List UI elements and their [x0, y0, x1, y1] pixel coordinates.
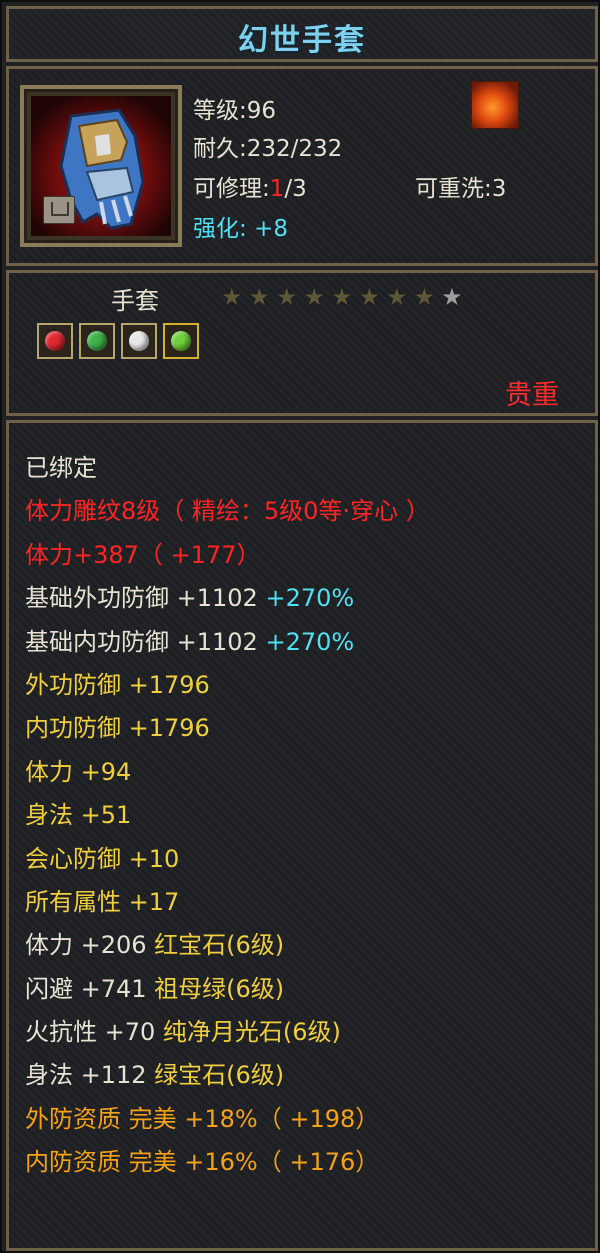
repair-prefix: 可修理: [193, 176, 270, 202]
attribute-row: 基础外功防御 +1102 +270% [25, 581, 430, 624]
item-enhance: 强化: +8 [193, 216, 288, 242]
attribute-row: 火抗性 +70 纯净月光石(6级) [25, 1015, 430, 1058]
attribute-list: 已绑定体力雕纹8级（ 精绘：5级0等·穿心 ） 体力+387（ +177） 基础外功… [25, 451, 430, 1189]
attribute-text: 已绑定 [25, 454, 97, 482]
attribute-text: 外功防御 +1796 [25, 670, 210, 699]
item-tooltip: 幻世手套 等级:96 耐久:232/232 可修理:1/3 可重洗:3 强化: … [0, 0, 600, 1253]
attribute-row: 已绑定 [25, 451, 430, 494]
attribute-text: 会心防御 +10 [25, 844, 180, 873]
attribute-extra: 纯净月光石(6级) [155, 1018, 341, 1047]
attribute-row: 内防资质 完美 +16%（ +176） [25, 1145, 430, 1188]
star-filled-icon: ★ [358, 283, 381, 311]
attribute-row: 体力+387（ +177） [25, 538, 430, 581]
jade-gem-icon[interactable] [163, 323, 199, 359]
item-header-section: 等级:96 耐久:232/232 可修理:1/3 可重洗:3 强化: +8 [6, 66, 598, 266]
star-filled-icon: ★ [331, 283, 353, 311]
gauntlet-icon [31, 96, 171, 236]
attribute-row: 身法 +51 [25, 798, 430, 841]
attribute-text: 闪避 +741 [25, 974, 147, 1003]
attribute-text: 所有属性 +17 [25, 887, 180, 916]
attribute-text: 身法 +51 [25, 801, 132, 830]
attribute-extra: 祖母绿(6级) [146, 974, 285, 1003]
star-filled-icon: ★ [221, 283, 243, 311]
attribute-text: 体力 +206 [25, 931, 147, 960]
attribute-extra: 绿宝石(6级) [146, 1061, 285, 1090]
item-level: 等级:96 [193, 98, 277, 124]
star-empty-icon: ★ [441, 283, 463, 311]
attribute-row: 体力 +206 红宝石(6级) [25, 928, 430, 971]
green-gem-icon[interactable] [79, 323, 115, 359]
item-name: 幻世手套 [238, 23, 366, 58]
attribute-row: 外防资质 完美 +18%（ +198） [25, 1102, 430, 1145]
attribute-text: 内防资质 完美 +16%（ +176） [25, 1148, 380, 1177]
item-type-section: 手套 ★ ★ ★ ★ ★ ★ ★ ★ ★ 贵重 [6, 270, 598, 416]
attribute-text: 外防资质 完美 +18%（ +198） [25, 1104, 380, 1133]
repair-current: 1 [269, 176, 285, 202]
attribute-text: 身法 +112 [25, 1061, 147, 1090]
attribute-extra: +270% [257, 627, 355, 656]
attribute-row: 外功防御 +1796 [25, 668, 430, 711]
title-bar: 幻世手套 [6, 6, 598, 62]
attribute-row: 基础内功防御 +1102 +270% [25, 625, 430, 668]
bind-badge-icon [43, 196, 75, 224]
attribute-text: 火抗性 +70 [25, 1018, 156, 1047]
attribute-text: 体力 +94 [25, 757, 132, 786]
star-filled-icon: ★ [303, 283, 326, 311]
attribute-row: 体力雕纹8级（ 精绘：5级0等·穿心 ） [25, 494, 430, 537]
attribute-text: 内功防御 +1796 [25, 714, 210, 743]
star-rating: ★ ★ ★ ★ ★ ★ ★ ★ ★ [221, 285, 463, 309]
attribute-row: 内功防御 +1796 [25, 711, 430, 754]
attribute-extra: 红宝石(6级) [146, 931, 285, 960]
attributes-section: 已绑定体力雕纹8级（ 精绘：5级0等·穿心 ） 体力+387（ +177） 基础外功… [6, 420, 598, 1251]
attribute-text: 体力雕纹8级（ 精绘：5级0等·穿心 ） [25, 497, 430, 526]
flame-set-icon[interactable] [471, 81, 519, 129]
attribute-text: 基础外功防御 +1102 [25, 584, 258, 613]
item-type: 手套 [111, 287, 159, 315]
star-filled-icon: ★ [276, 283, 298, 311]
item-rarity: 贵重 [505, 380, 559, 411]
slash-gem-icon[interactable] [121, 323, 157, 359]
star-filled-icon: ★ [248, 283, 271, 311]
star-filled-icon: ★ [413, 283, 436, 311]
attribute-text: 体力+387（ +177） [25, 540, 261, 569]
attribute-extra: +270% [257, 584, 355, 613]
item-icon-frame [20, 85, 182, 247]
attribute-row: 会心防御 +10 [25, 842, 430, 885]
star-filled-icon: ★ [386, 283, 408, 311]
item-reroll: 可重洗:3 [415, 176, 507, 202]
attribute-row: 体力 +94 [25, 755, 430, 798]
attribute-row: 闪避 +741 祖母绿(6级) [25, 972, 430, 1015]
red-gem-icon[interactable] [37, 323, 73, 359]
attribute-row: 身法 +112 绿宝石(6级) [25, 1058, 430, 1101]
gem-slots [37, 323, 199, 359]
attribute-row: 所有属性 +17 [25, 885, 430, 928]
repair-max: /3 [284, 176, 307, 202]
item-repair: 可修理:1/3 [193, 169, 307, 203]
item-durability: 耐久:232/232 [193, 136, 343, 162]
attribute-text: 基础内功防御 +1102 [25, 627, 258, 656]
